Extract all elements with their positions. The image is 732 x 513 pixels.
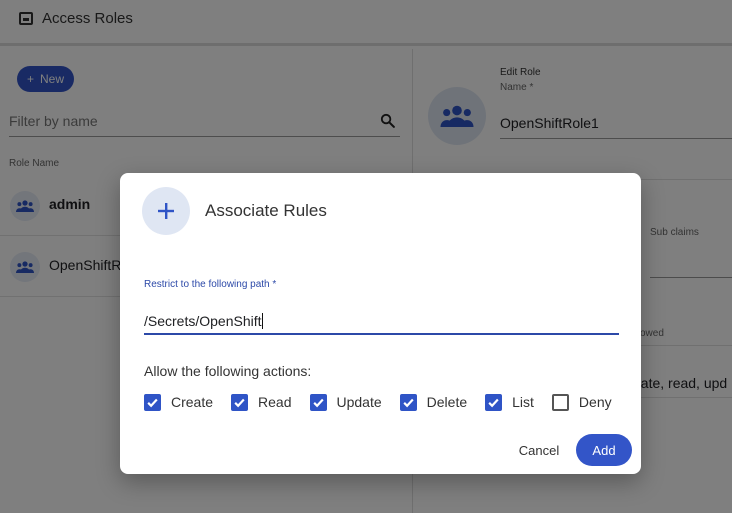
checkbox-read[interactable]: Read: [231, 393, 292, 411]
checkbox-checked-icon[interactable]: [485, 393, 503, 411]
associate-rules-dialog: Associate Rules Restrict to the followin…: [120, 173, 641, 474]
add-button[interactable]: Add: [576, 434, 632, 466]
checkbox-create[interactable]: Create: [144, 393, 214, 411]
checkbox-list[interactable]: List: [485, 393, 534, 411]
checkbox-label: Read: [258, 394, 292, 410]
path-input[interactable]: /Secrets/OpenShift: [144, 309, 619, 335]
checkbox-label: Delete: [426, 394, 468, 410]
checkbox-label: Create: [171, 394, 214, 410]
dialog-title: Associate Rules: [205, 201, 327, 220]
checkbox-label: Deny: [578, 394, 612, 410]
checkbox-label: Update: [336, 394, 382, 410]
checkbox-checked-icon[interactable]: [144, 393, 161, 411]
cancel-button[interactable]: Cancel: [511, 434, 567, 466]
checkbox-checked-icon[interactable]: [309, 393, 327, 411]
checkbox-delete[interactable]: Delete: [399, 393, 468, 411]
text-caret: [261, 313, 263, 329]
allow-actions-label: Allow the following actions:: [144, 363, 312, 379]
path-value: /Secrets/OpenShift: [144, 313, 262, 329]
checkbox-checked-icon[interactable]: [231, 393, 249, 411]
checkbox-update[interactable]: Update: [309, 393, 382, 411]
checkbox-label: List: [512, 394, 534, 410]
actions-checkbox-group: Create Read Update Delete List Deny: [144, 392, 630, 412]
checkbox-deny[interactable]: Deny: [551, 393, 612, 411]
checkbox-checked-icon[interactable]: [399, 393, 417, 411]
path-field-label: Restrict to the following path *: [144, 279, 277, 290]
plus-icon: [142, 187, 190, 235]
checkbox-unchecked-icon[interactable]: [551, 393, 569, 411]
